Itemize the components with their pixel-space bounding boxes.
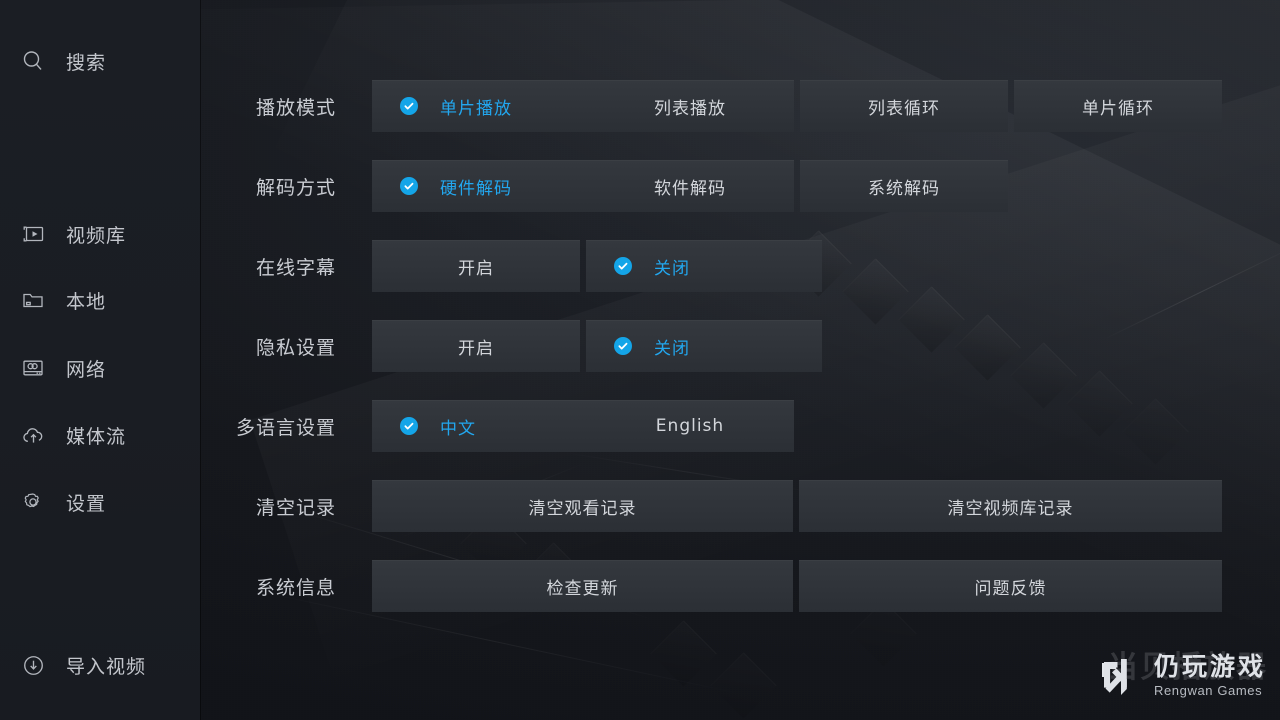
sidebar-item-label: 设置 — [66, 492, 107, 515]
row-label: 隐私设置 — [255, 336, 336, 359]
option-label: 列表播放 — [654, 98, 726, 119]
check-icon — [614, 337, 632, 355]
option-feedback[interactable]: 问题反馈 — [799, 560, 1222, 612]
option-clear-library-history[interactable]: 清空视频库记录 — [799, 480, 1222, 532]
sidebar-item-library[interactable]: 视频库 — [0, 214, 200, 254]
option-privacy-1[interactable]: 关闭 — [586, 320, 822, 372]
sidebar-item-settings[interactable]: 设置 — [0, 482, 200, 522]
sidebar-item-stream[interactable]: 媒体流 — [0, 415, 200, 455]
rengwan-logo-icon — [1094, 650, 1146, 702]
option-check-update[interactable]: 检查更新 — [372, 560, 793, 612]
brand-logo: 仍玩游戏 Rengwan Games — [1094, 650, 1266, 702]
option-label: 开启 — [458, 258, 494, 279]
video-library-icon — [16, 222, 50, 246]
check-icon — [400, 417, 418, 435]
check-icon — [400, 177, 418, 195]
gear-icon — [16, 490, 50, 514]
row-label: 解码方式 — [255, 176, 336, 199]
folder-icon — [16, 288, 50, 312]
option-label: 软件解码 — [654, 178, 726, 199]
option-label: 单片循环 — [1082, 98, 1154, 119]
option-language-0[interactable]: 中文 — [372, 400, 608, 452]
option-label: 检查更新 — [546, 578, 619, 599]
option-label: 开启 — [458, 338, 494, 359]
option-play-mode-1[interactable]: 列表播放 — [586, 80, 794, 132]
option-label: English — [655, 416, 725, 436]
option-label: 中文 — [440, 418, 476, 439]
row-label: 在线字幕 — [255, 256, 336, 279]
option-label: 单片播放 — [440, 98, 512, 119]
option-decode-mode-2[interactable]: 系统解码 — [800, 160, 1008, 212]
sidebar-item-local[interactable]: 本地 — [0, 280, 200, 320]
sidebar-item-network[interactable]: 网络 — [0, 348, 200, 388]
brand-name-en: Rengwan Games — [1153, 683, 1263, 699]
sidebar-item-search[interactable]: 搜索 — [0, 41, 200, 81]
settings-panel: 播放模式 单片播放 列表播放 列表循环 单片循环 解码方式 硬件解码 软件解码 … — [200, 0, 1280, 720]
row-label: 清空记录 — [255, 496, 336, 519]
row-label: 系统信息 — [255, 576, 336, 599]
settings-row-decode-mode: 解码方式 硬件解码 软件解码 系统解码 — [200, 160, 1280, 212]
option-privacy-0[interactable]: 开启 — [372, 320, 580, 372]
sidebar-item-import[interactable]: 导入视频 — [0, 645, 200, 685]
settings-row-online-subtitle: 在线字幕 开启 关闭 — [200, 240, 1280, 292]
cloud-upload-icon — [16, 423, 50, 448]
option-play-mode-3[interactable]: 单片循环 — [1014, 80, 1222, 132]
option-online-subtitle-1[interactable]: 关闭 — [586, 240, 822, 292]
sidebar-item-label: 网络 — [66, 358, 107, 381]
brand-name-cn: 仍玩游戏 — [1153, 651, 1266, 681]
check-icon — [400, 97, 418, 115]
option-label: 关闭 — [654, 258, 690, 279]
sidebar-item-label: 本地 — [66, 290, 107, 313]
option-online-subtitle-0[interactable]: 开启 — [372, 240, 580, 292]
sidebar-item-label: 视频库 — [66, 224, 127, 247]
settings-row-system-info: 系统信息 检查更新 问题反馈 — [200, 560, 1280, 612]
option-play-mode-0[interactable]: 单片播放 — [372, 80, 608, 132]
app-window: 搜索 视频库 本地 网络 媒体流 设置 导入视频 播放模式 单片播放 列表播放 … — [0, 0, 1280, 720]
sidebar-item-label: 导入视频 — [66, 655, 147, 678]
row-label: 播放模式 — [255, 96, 336, 119]
sidebar-item-label: 搜索 — [66, 51, 107, 74]
sidebar: 搜索 视频库 本地 网络 媒体流 设置 导入视频 — [0, 0, 200, 720]
settings-row-privacy: 隐私设置 开启 关闭 — [200, 320, 1280, 372]
option-label: 问题反馈 — [974, 578, 1047, 599]
option-label: 系统解码 — [868, 178, 940, 199]
settings-row-clear-records: 清空记录 清空观看记录 清空视频库记录 — [200, 480, 1280, 532]
option-label: 清空视频库记录 — [947, 498, 1074, 519]
option-decode-mode-0[interactable]: 硬件解码 — [372, 160, 608, 212]
option-label: 列表循环 — [868, 98, 940, 119]
option-label: 关闭 — [654, 338, 690, 359]
settings-row-play-mode: 播放模式 单片播放 列表播放 列表循环 单片循环 — [200, 80, 1280, 132]
option-play-mode-2[interactable]: 列表循环 — [800, 80, 1008, 132]
option-decode-mode-1[interactable]: 软件解码 — [586, 160, 794, 212]
check-icon — [614, 257, 632, 275]
network-icon — [16, 356, 50, 380]
brand-text: 仍玩游戏 Rengwan Games — [1153, 651, 1266, 699]
option-language-1[interactable]: English — [586, 400, 794, 452]
option-clear-watch-history[interactable]: 清空观看记录 — [372, 480, 793, 532]
download-circle-icon — [16, 653, 50, 678]
sidebar-item-label: 媒体流 — [66, 425, 127, 448]
row-label: 多语言设置 — [235, 416, 336, 439]
settings-row-language: 多语言设置 中文 English — [200, 400, 1280, 452]
option-label: 硬件解码 — [440, 178, 512, 199]
search-icon — [16, 49, 50, 73]
option-label: 清空观看记录 — [528, 498, 637, 519]
